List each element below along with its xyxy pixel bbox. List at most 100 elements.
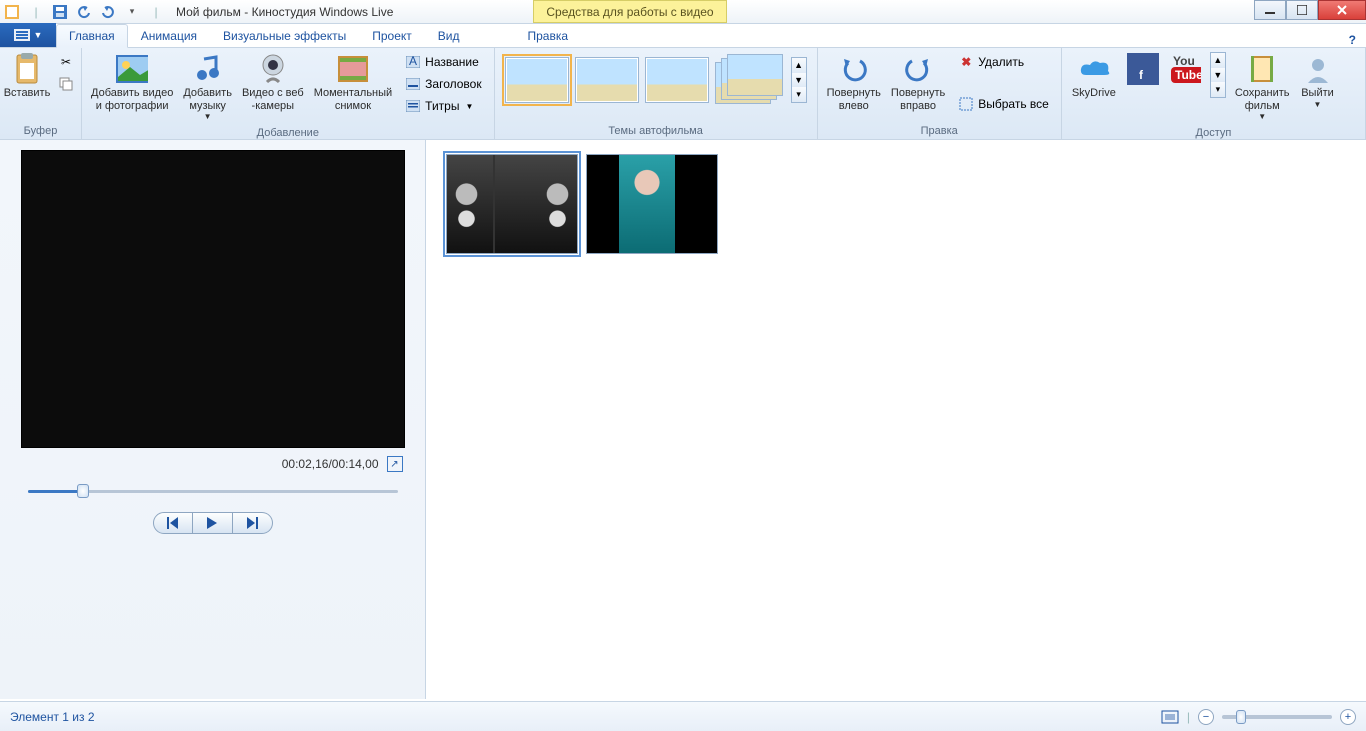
cut-button[interactable]: ✂ [54,52,78,72]
play-button[interactable] [193,512,233,534]
snapshot-button[interactable]: Моментальный снимок [309,50,397,115]
fit-button[interactable] [1161,710,1179,724]
theme-thumbnail[interactable] [645,57,709,103]
chevron-down-icon: ▼ [465,102,473,111]
qat-separator: | [26,2,46,22]
scroll-up-icon[interactable]: ▲ [1211,53,1225,68]
svg-text:You: You [1173,54,1195,68]
sign-out-button[interactable]: Выйти ▼ [1295,50,1341,112]
qat-dropdown-icon[interactable]: ▾ [122,2,142,22]
save-movie-label: Сохранить фильм [1235,87,1290,112]
delete-button[interactable]: ✖Удалить [954,52,1053,72]
chevron-down-icon: ▼ [1258,112,1266,121]
photo-icon [116,53,148,85]
rotate-left-button[interactable]: Повернуть влево [822,50,886,115]
rotate-right-button[interactable]: Повернуть вправо [886,50,950,115]
snapshot-icon [337,53,369,85]
add-media-label: Добавить видео и фотографии [91,87,173,112]
group-edit: Повернуть влево Повернуть вправо ✖Удалит… [818,48,1062,139]
film-icon [1246,53,1278,85]
window-buttons [1254,0,1366,23]
scroll-down-icon[interactable]: ▼ [792,73,806,88]
add-media-button[interactable]: Добавить видео и фотографии [86,50,178,115]
zoom-in-button[interactable]: + [1340,709,1356,725]
skydrive-button[interactable]: SkyDrive [1066,50,1122,103]
select-all-button[interactable]: Выбрать все [954,94,1053,114]
maximize-button[interactable] [1286,0,1318,20]
zoom-out-button[interactable]: − [1198,709,1214,725]
add-credits-button[interactable]: Титры▼ [401,96,485,116]
gallery-expand-icon[interactable]: ▾ [1211,82,1225,97]
preview-controls: 00:02,16/00:14,00 ↗ [21,448,405,534]
group-label-themes: Темы автофильма [495,124,817,139]
skydrive-label: SkyDrive [1072,87,1116,100]
snapshot-label: Моментальный снимок [314,87,392,112]
seek-thumb[interactable] [77,484,89,498]
theme-thumbnail[interactable] [505,57,569,103]
rotate-left-icon [838,53,870,85]
file-menu[interactable]: ▼ [0,23,56,47]
youtube-icon: YouTube [1169,53,1201,85]
close-button[interactable] [1318,0,1366,20]
prev-frame-button[interactable] [153,512,193,534]
add-music-button[interactable]: Добавить музыку ▼ [178,50,237,124]
music-icon [192,53,224,85]
select-all-icon [958,96,974,112]
clip-thumbnail[interactable] [446,154,578,254]
scissors-icon: ✂ [58,54,74,70]
scroll-up-icon[interactable]: ▲ [792,58,806,73]
rotate-left-label: Повернуть влево [827,87,881,112]
tab-project[interactable]: Проект [359,23,425,47]
add-music-label: Добавить музыку [183,87,232,112]
webcam-icon [257,53,289,85]
chevron-down-icon: ▼ [34,30,43,40]
tab-animation[interactable]: Анимация [128,23,210,47]
work-area: 00:02,16/00:14,00 ↗ [0,140,1366,699]
theme-thumbnail[interactable] [575,57,639,103]
tab-view[interactable]: Вид [425,23,473,47]
share-gallery-more[interactable]: ▲ ▼ ▾ [1210,52,1226,98]
status-bar: Элемент 1 из 2 | − + [0,701,1366,731]
webcam-button[interactable]: Видео с веб -камеры [237,50,309,115]
theme-thumbnail[interactable] [715,54,785,106]
facebook-icon: f [1127,53,1159,85]
rotate-right-icon [902,53,934,85]
tab-video-edit[interactable]: Правка [514,23,581,47]
add-caption-button[interactable]: Заголовок [401,74,485,94]
sign-out-label: Выйти [1301,87,1334,100]
scroll-down-icon[interactable]: ▼ [1211,68,1225,83]
video-preview[interactable] [21,150,405,448]
playhead[interactable] [493,154,495,254]
gallery-expand-icon[interactable]: ▾ [792,87,806,102]
clip-thumbnail[interactable] [586,154,718,254]
minimize-button[interactable] [1254,0,1286,20]
app-icon[interactable] [2,2,22,22]
ribbon-tabs: ▼ Главная Анимация Визуальные эффекты Пр… [0,24,1366,48]
group-themes: ▲ ▼ ▾ Темы автофильма [495,48,818,139]
next-frame-button[interactable] [233,512,273,534]
qat-separator: | [146,2,166,22]
quick-access-toolbar: | ▾ | [0,0,168,23]
paste-button[interactable]: Вставить [4,50,50,103]
fullscreen-button[interactable]: ↗ [387,456,403,472]
undo-icon[interactable] [74,2,94,22]
add-title-button[interactable]: AНазвание [401,52,485,72]
preview-pane: 00:02,16/00:14,00 ↗ [0,140,426,699]
themes-gallery-more[interactable]: ▲ ▼ ▾ [791,57,807,103]
zoom-slider[interactable] [1222,715,1332,719]
save-movie-button[interactable]: Сохранить фильм ▼ [1230,50,1295,124]
redo-icon[interactable] [98,2,118,22]
storyboard[interactable] [426,140,1366,699]
zoom-thumb[interactable] [1236,710,1246,724]
facebook-button[interactable]: f [1122,50,1164,88]
tab-home[interactable]: Главная [56,24,128,48]
youtube-button[interactable]: YouTube [1164,50,1206,88]
seek-slider[interactable] [28,484,398,498]
copy-button[interactable] [54,74,78,94]
group-clipboard: Вставить ✂ Буфер [0,48,82,139]
help-icon[interactable]: ? [1339,33,1366,47]
save-icon[interactable] [50,2,70,22]
title-text-icon: A [405,54,421,70]
tab-visual-effects[interactable]: Визуальные эффекты [210,23,359,47]
group-label-edit: Правка [818,124,1061,139]
